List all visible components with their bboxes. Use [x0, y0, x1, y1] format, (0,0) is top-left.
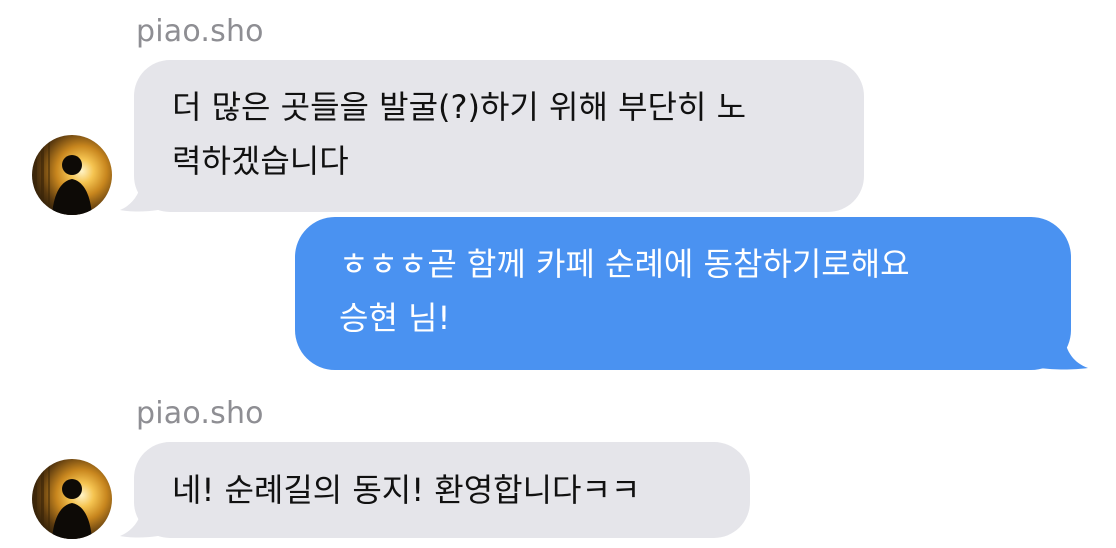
message-bubble-outgoing[interactable]: ㅎㅎㅎ곧 함께 카페 순례에 동참하기로해요 승현 님! [295, 217, 1071, 370]
message-line: ㅎㅎㅎ곧 함께 카페 순례에 동참하기로해요 [339, 245, 910, 283]
sender-name: piao.sho [136, 14, 264, 49]
avatar[interactable] [32, 459, 112, 539]
message-line: 승현 님! [339, 299, 451, 337]
message-bubble-incoming[interactable]: 네! 순례길의 동지! 환영합니다ㅋㅋ [134, 442, 750, 538]
chat-thread: piao.sho 더 많은 곳들을 발굴(?)하기 위해 부단히 노 력하겠습니… [0, 0, 1116, 548]
message-line: 네! 순례길의 동지! 환영합니다ㅋㅋ [172, 471, 641, 509]
person-silhouette-icon [34, 459, 92, 539]
person-silhouette-icon [34, 135, 92, 215]
message-line: 력하겠습니다 [172, 142, 349, 180]
avatar[interactable] [32, 135, 112, 215]
message-bubble-incoming[interactable]: 더 많은 곳들을 발굴(?)하기 위해 부단히 노 력하겠습니다 [134, 60, 864, 212]
sender-name: piao.sho [136, 396, 264, 431]
message-line: 더 많은 곳들을 발굴(?)하기 위해 부단히 노 [172, 88, 747, 126]
